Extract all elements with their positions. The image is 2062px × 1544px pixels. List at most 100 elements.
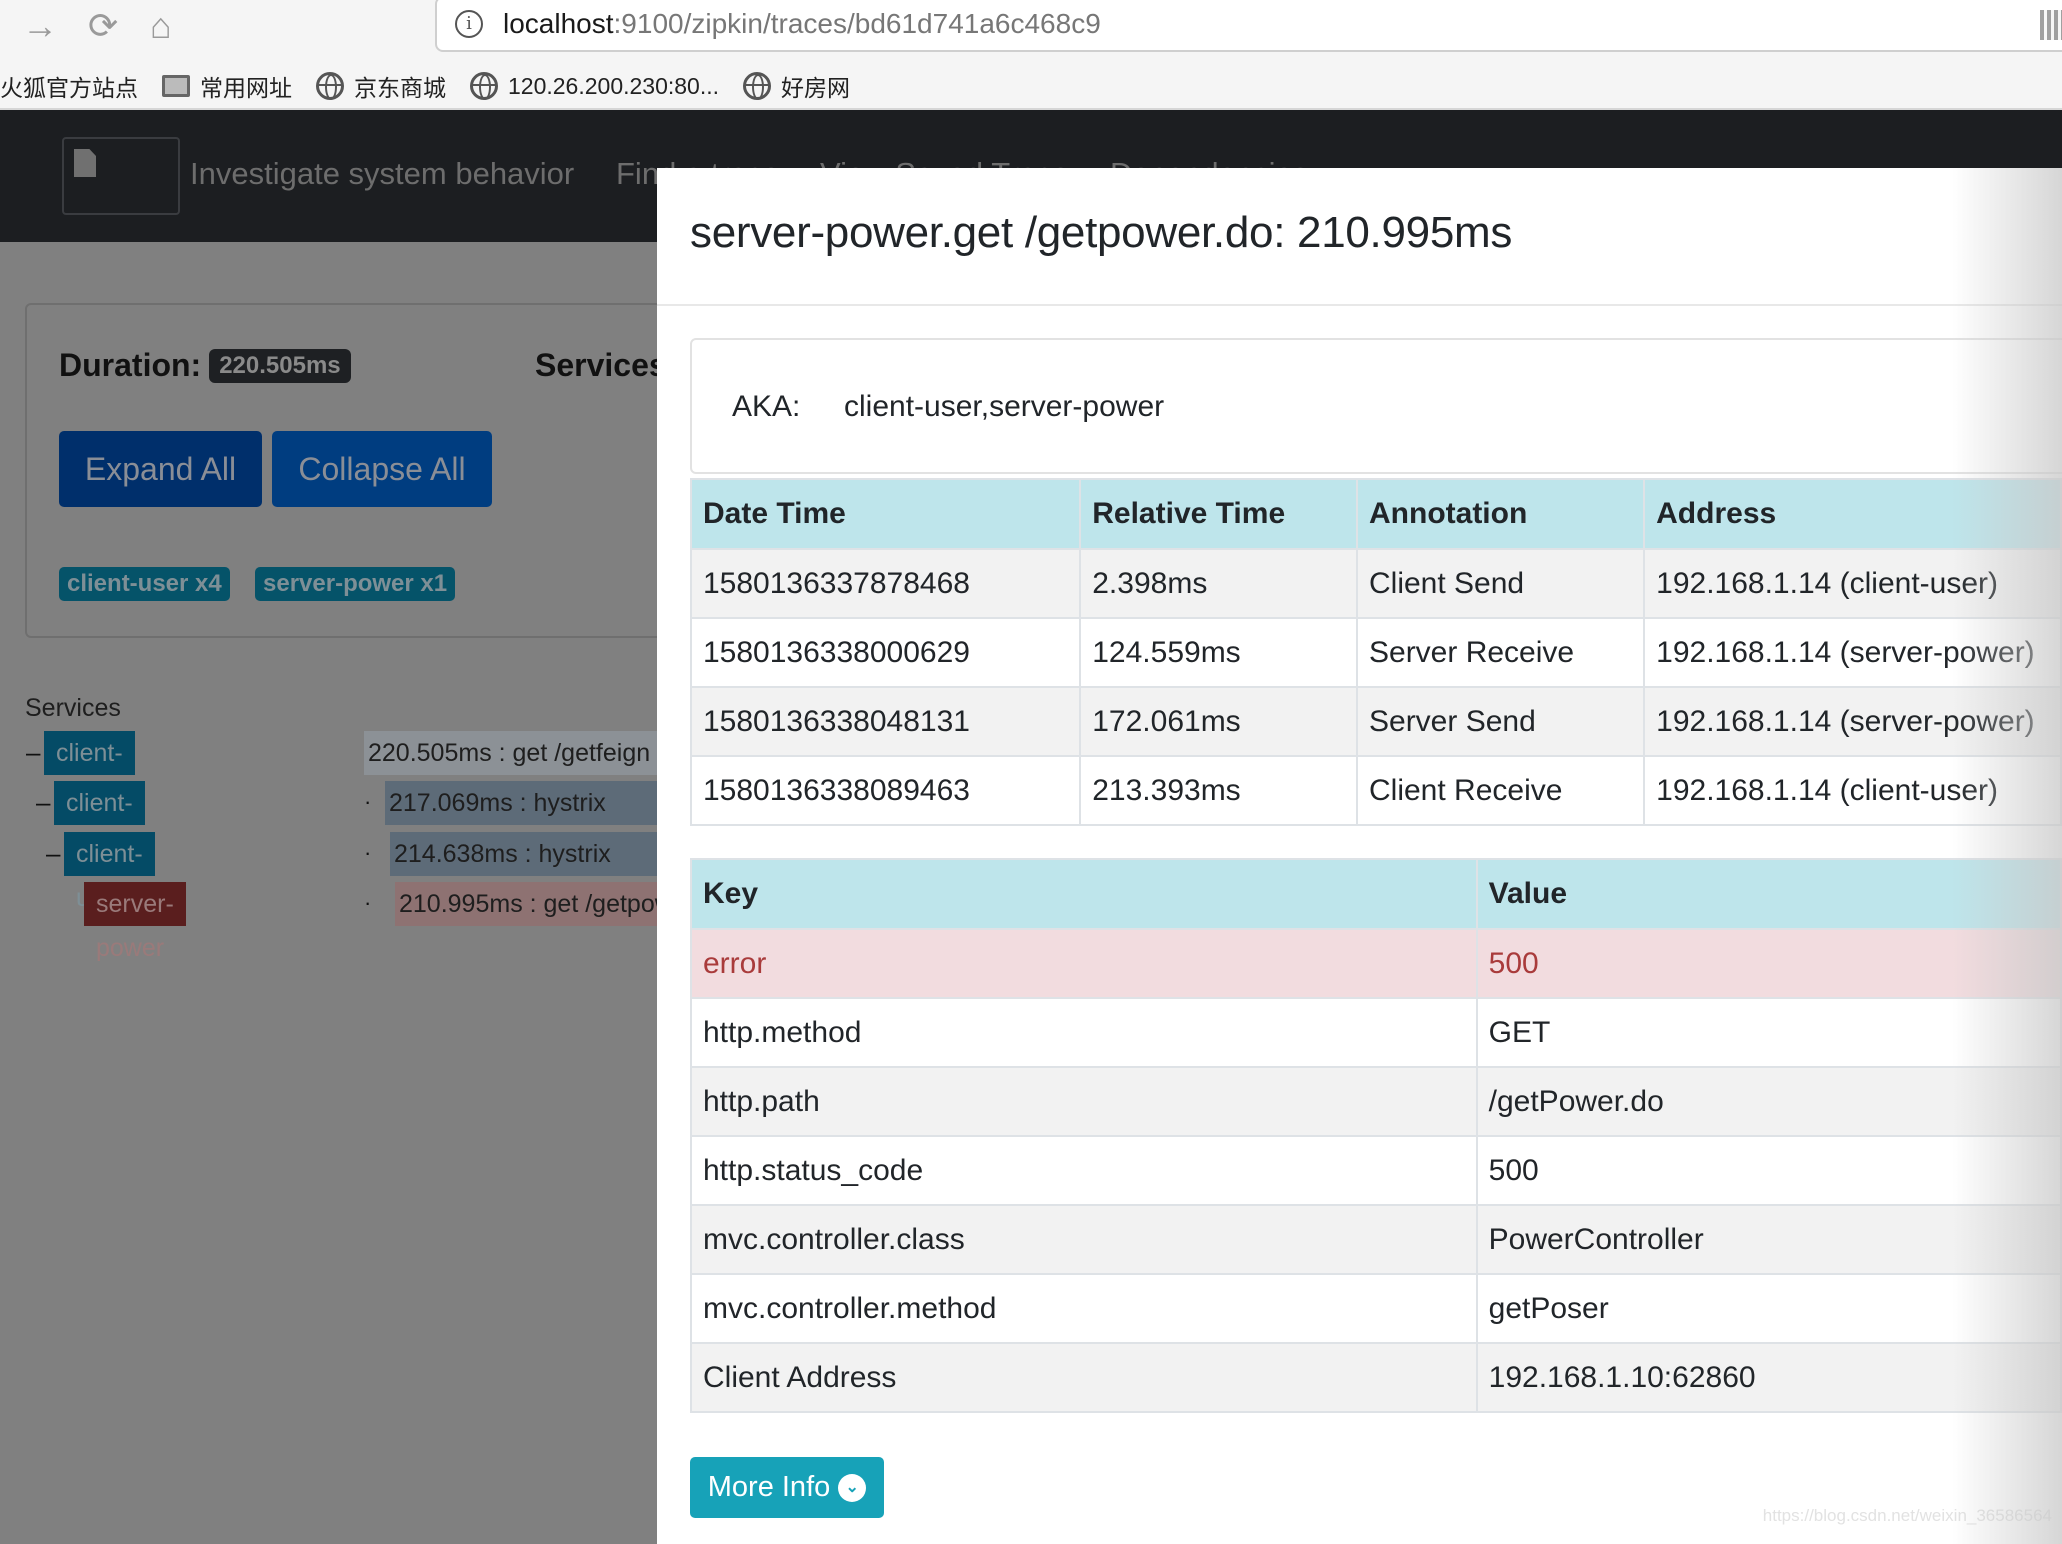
tag-value: 500	[1475, 1135, 2062, 1206]
folder-icon	[162, 75, 190, 97]
qr-code-icon[interactable]	[2040, 10, 2062, 40]
tag-row: http.path/getPower.do	[690, 1066, 2062, 1137]
globe-icon	[470, 72, 498, 100]
more-info-label: More Info	[707, 1471, 831, 1503]
forward-icon[interactable]: →	[22, 6, 58, 46]
duration: Duration: 220.505ms	[59, 347, 351, 384]
bookmark-item[interactable]: 好房网	[743, 69, 850, 103]
aka-label: AKA:	[732, 390, 801, 423]
column-header: Annotation	[1355, 478, 1646, 550]
span-duration-bar[interactable]: 210.995ms : get /getpower.do	[395, 882, 657, 926]
tag-value: PowerController	[1475, 1204, 2062, 1275]
table-cell: 2.398ms	[1079, 548, 1358, 619]
table-cell: Client Send	[1355, 548, 1646, 619]
chevron-down-circle-icon: ⌄	[838, 1473, 867, 1502]
bookmark-label: 京东商城	[354, 75, 446, 101]
collapse-all-button[interactable]: Collapse All	[272, 431, 492, 507]
broken-image-icon	[74, 149, 96, 177]
globe-icon	[743, 72, 772, 100]
watermark: https://blog.csdn.net/weixin_36586564	[1762, 1506, 2052, 1525]
expand-all-button[interactable]: Expand All	[59, 431, 262, 507]
aka-value: client-user,server-power	[844, 390, 1165, 423]
column-header: Value	[1475, 858, 2062, 930]
tag-key: error	[690, 928, 1478, 999]
span-service-name[interactable]: server-power	[84, 882, 186, 962]
tag-value: getPoser	[1475, 1273, 2062, 1344]
collapse-toggle[interactable]: –	[36, 787, 50, 818]
annotation-row: 1580136338000629 124.559ms Server Receive 1…	[689, 617, 2062, 688]
tag-row: mvc.controller.class PowerController	[690, 1204, 2062, 1275]
address-bar[interactable]: i localhost:9100/zipkin/traces/bd61d741a…	[435, 0, 2062, 52]
service-badge[interactable]: server-power x1	[255, 567, 456, 601]
span-duration-bar[interactable]: 214.638ms : hystrix	[390, 832, 657, 876]
span-service-name[interactable]: client-user	[64, 832, 155, 912]
duration-badge: 220.505ms	[209, 349, 351, 383]
span-detail-modal: server-power.get /getpower.do: 210.995ms…	[657, 168, 2062, 1544]
url-path: :9100/zipkin/traces/bd61d741a6c468c9	[613, 8, 1101, 39]
services-label: Services:	[535, 347, 678, 383]
column-header: Key	[690, 858, 1478, 930]
annotation-row: 1580136337878468 2.398ms Client Send 192.16…	[689, 548, 2062, 619]
tag-key: http.status_code	[690, 1135, 1478, 1206]
bookmark-item[interactable]: 火狐官方站点	[0, 69, 138, 103]
tagline: Investigate system behavior	[190, 156, 575, 191]
bookmarks-bar: 火狐官方站点 常用网址 京东商城 120.26.200.230:80... 好房…	[0, 66, 874, 106]
span-start-marker: ·	[364, 840, 372, 865]
span-service-name[interactable]: client-user	[44, 731, 135, 811]
tag-value: GET	[1475, 997, 2062, 1068]
tag-row: Client Address 192.168.1.10:62860	[690, 1342, 2062, 1413]
info-icon[interactable]: i	[455, 10, 483, 38]
bookmark-item[interactable]: 京东商城	[316, 69, 446, 103]
bookmark-label: 120.26.200.230:80...	[508, 72, 720, 99]
tag-value: /getPower.do	[1475, 1066, 2062, 1137]
collapse-toggle[interactable]: –	[46, 838, 60, 869]
table-cell: 172.061ms	[1079, 686, 1358, 757]
more-info-button[interactable]: More Info ⌄	[690, 1457, 884, 1518]
table-cell: 1580136338000629	[689, 617, 1082, 688]
service-badge[interactable]: client-user x4	[59, 567, 230, 601]
tag-row: http.status_code 500	[690, 1135, 2062, 1206]
span-duration-bar[interactable]: 220.505ms : get /getfeign	[364, 731, 657, 775]
logo[interactable]	[62, 137, 180, 215]
bookmark-label: 常用网址	[200, 75, 292, 101]
column-header: Date Time	[689, 478, 1082, 550]
table-cell: 192.168.1.14 (client-user)	[1643, 548, 2062, 619]
bookmark-item[interactable]: 常用网址	[162, 69, 292, 103]
span-start-marker: ·	[364, 789, 372, 814]
tag-value: 500	[1475, 928, 2062, 999]
span-duration-bar[interactable]: 217.069ms : hystrix	[385, 781, 657, 825]
error-tag-row: error 500	[690, 928, 2062, 999]
table-cell: Client Receive	[1355, 755, 1646, 826]
tag-row: http.method GET	[690, 997, 2062, 1068]
tags-table: Key Value error 500 http.method GET http.pat…	[690, 858, 2062, 1413]
column-header: Address	[1643, 478, 2062, 550]
annotations-table: Date Time Relative Time Annotation Addre…	[689, 478, 2062, 826]
annotation-row: 1580136338048131 172.061ms Server Send 192.…	[689, 686, 2062, 757]
table-cell: 1580136338089463	[689, 755, 1082, 826]
globe-icon	[316, 72, 344, 100]
url-host: localhost	[503, 8, 614, 39]
collapse-toggle[interactable]: –	[26, 737, 40, 768]
tag-key: mvc.controller.class	[690, 1204, 1478, 1275]
tag-value: 192.168.1.10:62860	[1475, 1342, 2062, 1413]
table-cell: Server Receive	[1355, 617, 1646, 688]
duration-label: Duration:	[59, 347, 202, 383]
tag-key: http.method	[690, 997, 1478, 1068]
trace-summary-card: Duration: 220.505ms Services: Expand All …	[25, 303, 725, 638]
span-service-name[interactable]: client-user	[54, 781, 145, 861]
annotation-row: 1580136338089463 213.393ms Client Receive 1…	[689, 755, 2062, 826]
url-text: localhost:9100/zipkin/traces/bd61d741a6c…	[503, 8, 1101, 40]
bookmark-item[interactable]: 120.26.200.230:80...	[470, 72, 719, 100]
home-icon[interactable]: ⌂	[150, 6, 172, 46]
reload-icon[interactable]: ⟳	[88, 6, 118, 46]
span-start-marker: ·	[364, 890, 372, 915]
divider	[657, 304, 2062, 306]
tag-row: mvc.controller.method getPoser	[690, 1273, 2062, 1344]
tags-header-row: Key Value	[690, 858, 2062, 930]
table-cell: 1580136338048131	[689, 686, 1082, 757]
modal-title: server-power.get /getpower.do: 210.995ms	[690, 208, 1513, 257]
annotations-header-row: Date Time Relative Time Annotation Addre…	[689, 478, 2062, 550]
column-header: Relative Time	[1079, 478, 1358, 550]
aka-box: AKA: client-user,server-power	[690, 338, 2062, 474]
table-cell: 124.559ms	[1079, 617, 1358, 688]
